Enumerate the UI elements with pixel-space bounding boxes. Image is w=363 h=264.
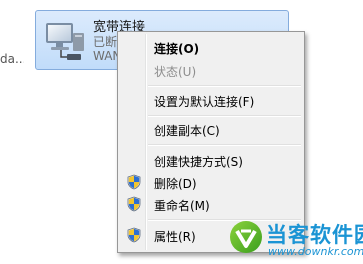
menu-item-label: 删除(D) [154, 177, 197, 191]
menu-item-label: 连接(O) [154, 42, 200, 56]
menu-item-delete[interactable]: 删除(D) [120, 171, 302, 193]
menu-item-label: 属性(R) [154, 230, 196, 244]
menu-item-label: 重命名(M) [154, 199, 210, 213]
uac-shield-icon [127, 227, 141, 243]
watermark: 当客软件园 www.downkr.com [226, 217, 363, 264]
menu-item-label: 创建副本(C) [154, 124, 220, 138]
menu-item-label: 状态(U) [154, 65, 197, 79]
menu-separator [148, 144, 301, 146]
menu-item-set-default[interactable]: 设置为默认连接(F) [120, 89, 302, 111]
watermark-url: www.downkr.com [268, 245, 363, 258]
uac-shield-icon [127, 174, 141, 190]
menu-item-create-shortcut[interactable]: 创建快捷方式(S) [120, 149, 302, 171]
menu-separator [148, 115, 301, 117]
menu-item-create-copy[interactable]: 创建副本(C) [120, 118, 302, 140]
downkr-logo-icon [230, 221, 262, 253]
menu-item-rename[interactable]: 重命名(M) [120, 193, 302, 215]
background-text-fragment: da... [0, 52, 24, 66]
uac-shield-icon [127, 196, 141, 212]
menu-item-status[interactable]: 状态(U) [120, 59, 302, 81]
menu-item-connect[interactable]: 连接(O) [120, 36, 302, 58]
menu-separator [148, 85, 301, 87]
menu-item-label: 创建快捷方式(S) [154, 155, 243, 169]
network-computer-icon [46, 23, 84, 60]
menu-item-label: 设置为默认连接(F) [154, 95, 255, 109]
